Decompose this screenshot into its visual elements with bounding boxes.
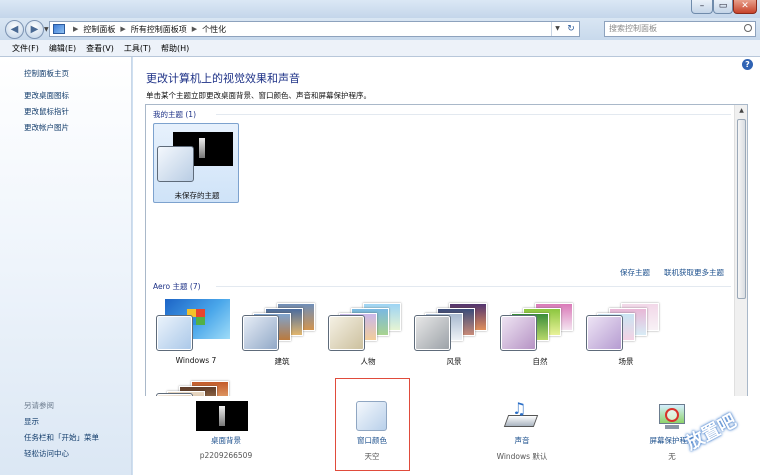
save-theme-link[interactable]: 保存主题 [620, 267, 650, 278]
sidebar-link-desktop-icons[interactable]: 更改桌面图标 [24, 90, 69, 101]
sidebar-link-mouse-pointers[interactable]: 更改鼠标指针 [24, 106, 69, 117]
address-bar[interactable]: ▶ 控制面板 ▶ 所有控制面板项 ▶ 个性化 ▼ ↻ [49, 21, 580, 37]
breadcrumb-all-items[interactable]: 所有控制面板项 [131, 24, 187, 35]
navigation-bar: ◀ ▶ ▼ ▶ 控制面板 ▶ 所有控制面板项 ▶ 个性化 ▼ ↻ 搜索控制面板 [0, 18, 760, 40]
sound-icon: ♫ [503, 399, 540, 431]
theme-color-swatch [242, 315, 279, 351]
theme-scenes[interactable]: 场景 [585, 297, 667, 369]
my-themes-title: 我的主题 (1) [153, 110, 197, 119]
breadcrumb-control-panel[interactable]: 控制面板 [83, 24, 115, 35]
window-color-highlight [335, 378, 410, 471]
desktop-background-title[interactable]: 桌面背景 [181, 435, 271, 446]
theme-nature[interactable]: 自然 [499, 297, 581, 369]
theme-unsaved[interactable]: 未保存的主题 [153, 123, 239, 203]
theme-list-scrollbar[interactable]: ▲ ▼ [734, 105, 747, 445]
sound-value: Windows 默认 [496, 452, 548, 461]
history-dropdown-icon[interactable]: ▼ [44, 26, 49, 33]
breadcrumb-separator-icon[interactable]: ▶ [192, 25, 197, 33]
theme-label: Windows 7 [175, 356, 217, 365]
theme-settings-bar: 桌面背景 p2209266509 窗口颜色 天空 ♫ 声音 Windows 默认… [133, 378, 760, 475]
menu-bar: 文件(F) 编辑(E) 查看(V) 工具(T) 帮助(H) [0, 40, 760, 57]
menu-help[interactable]: 帮助(H) [161, 43, 189, 54]
menu-file[interactable]: 文件(F) [12, 43, 39, 54]
minimize-button[interactable]: – [691, 0, 713, 14]
screensaver-icon [657, 401, 687, 431]
sound-title[interactable]: 声音 [477, 435, 567, 446]
desktop-background-icon [196, 401, 248, 431]
see-also-display[interactable]: 显示 [24, 416, 39, 427]
see-also-ease-of-access[interactable]: 轻松访问中心 [24, 448, 69, 459]
theme-characters[interactable]: 人物 [327, 297, 409, 369]
scroll-up-icon[interactable]: ▲ [735, 105, 748, 117]
theme-color-swatch [414, 315, 451, 351]
back-button[interactable]: ◀ [5, 20, 24, 39]
breadcrumb-separator-icon[interactable]: ▶ [73, 25, 78, 33]
sidebar: 控制面板主页 更改桌面图标 更改鼠标指针 更改帐户图片 另请参阅 显示 任务栏和… [0, 57, 132, 475]
theme-label: 人物 [360, 357, 376, 366]
maximize-button[interactable]: ▭ [713, 0, 733, 14]
see-also-taskbar[interactable]: 任务栏和「开始」菜单 [24, 432, 99, 443]
search-icon[interactable] [744, 24, 752, 32]
theme-color-swatch [586, 315, 623, 351]
sidebar-link-account-picture[interactable]: 更改帐户图片 [24, 122, 69, 133]
theme-color-swatch [157, 146, 194, 182]
desktop-background-value: p2209266509 [199, 451, 253, 460]
menu-tools[interactable]: 工具(T) [124, 43, 151, 54]
title-bar: – ▭ ✕ [0, 0, 760, 18]
help-icon[interactable]: ? [742, 59, 753, 70]
aero-themes-title: Aero 主题 (7) [153, 282, 201, 291]
theme-windows7[interactable]: Windows 7 [155, 297, 237, 369]
theme-label: 自然 [532, 357, 548, 366]
main-panel: ? 更改计算机上的视觉效果和声音 单击某个主题立即更改桌面背景、窗口颜色、声音和… [133, 57, 760, 475]
online-themes-link[interactable]: 联机获取更多主题 [664, 267, 724, 278]
theme-landscapes[interactable]: 风景 [413, 297, 495, 369]
theme-label: 未保存的主题 [174, 191, 220, 200]
theme-color-swatch [500, 315, 537, 351]
divider [216, 286, 731, 287]
theme-label: 场景 [618, 357, 634, 366]
breadcrumb-separator-icon[interactable]: ▶ [120, 25, 125, 33]
theme-label: 建筑 [274, 357, 290, 366]
desktop-background-setting[interactable]: 桌面背景 p2209266509 [181, 396, 271, 475]
close-button[interactable]: ✕ [733, 0, 757, 14]
divider [216, 114, 731, 115]
control-panel-icon [53, 24, 65, 34]
page-description: 单击某个主题立即更改桌面背景、窗口颜色、声音和屏幕保护程序。 [146, 91, 371, 100]
theme-color-swatch [156, 315, 193, 351]
menu-edit[interactable]: 编辑(E) [49, 43, 76, 54]
page-title: 更改计算机上的视觉效果和声音 [146, 72, 300, 85]
search-input[interactable]: 搜索控制面板 [604, 21, 756, 37]
see-also-title: 另请参阅 [24, 401, 54, 410]
breadcrumb-personalization[interactable]: 个性化 [202, 24, 226, 35]
address-dropdown-icon[interactable]: ▼ [551, 22, 563, 36]
scrollbar-thumb[interactable] [737, 119, 746, 299]
search-placeholder: 搜索控制面板 [609, 24, 657, 33]
sound-setting[interactable]: ♫ 声音 Windows 默认 [477, 396, 567, 475]
theme-color-swatch [328, 315, 365, 351]
forward-button[interactable]: ▶ [25, 20, 44, 39]
theme-architecture[interactable]: 建筑 [241, 297, 323, 369]
theme-label: 风景 [446, 357, 462, 366]
sidebar-link-home[interactable]: 控制面板主页 [24, 68, 69, 79]
refresh-icon[interactable]: ↻ [564, 22, 578, 36]
theme-list: 我的主题 (1) 未保存的主题 保存主题 联机获取更多主题 Aero 主题 (7… [145, 104, 748, 446]
menu-view[interactable]: 查看(V) [86, 43, 114, 54]
